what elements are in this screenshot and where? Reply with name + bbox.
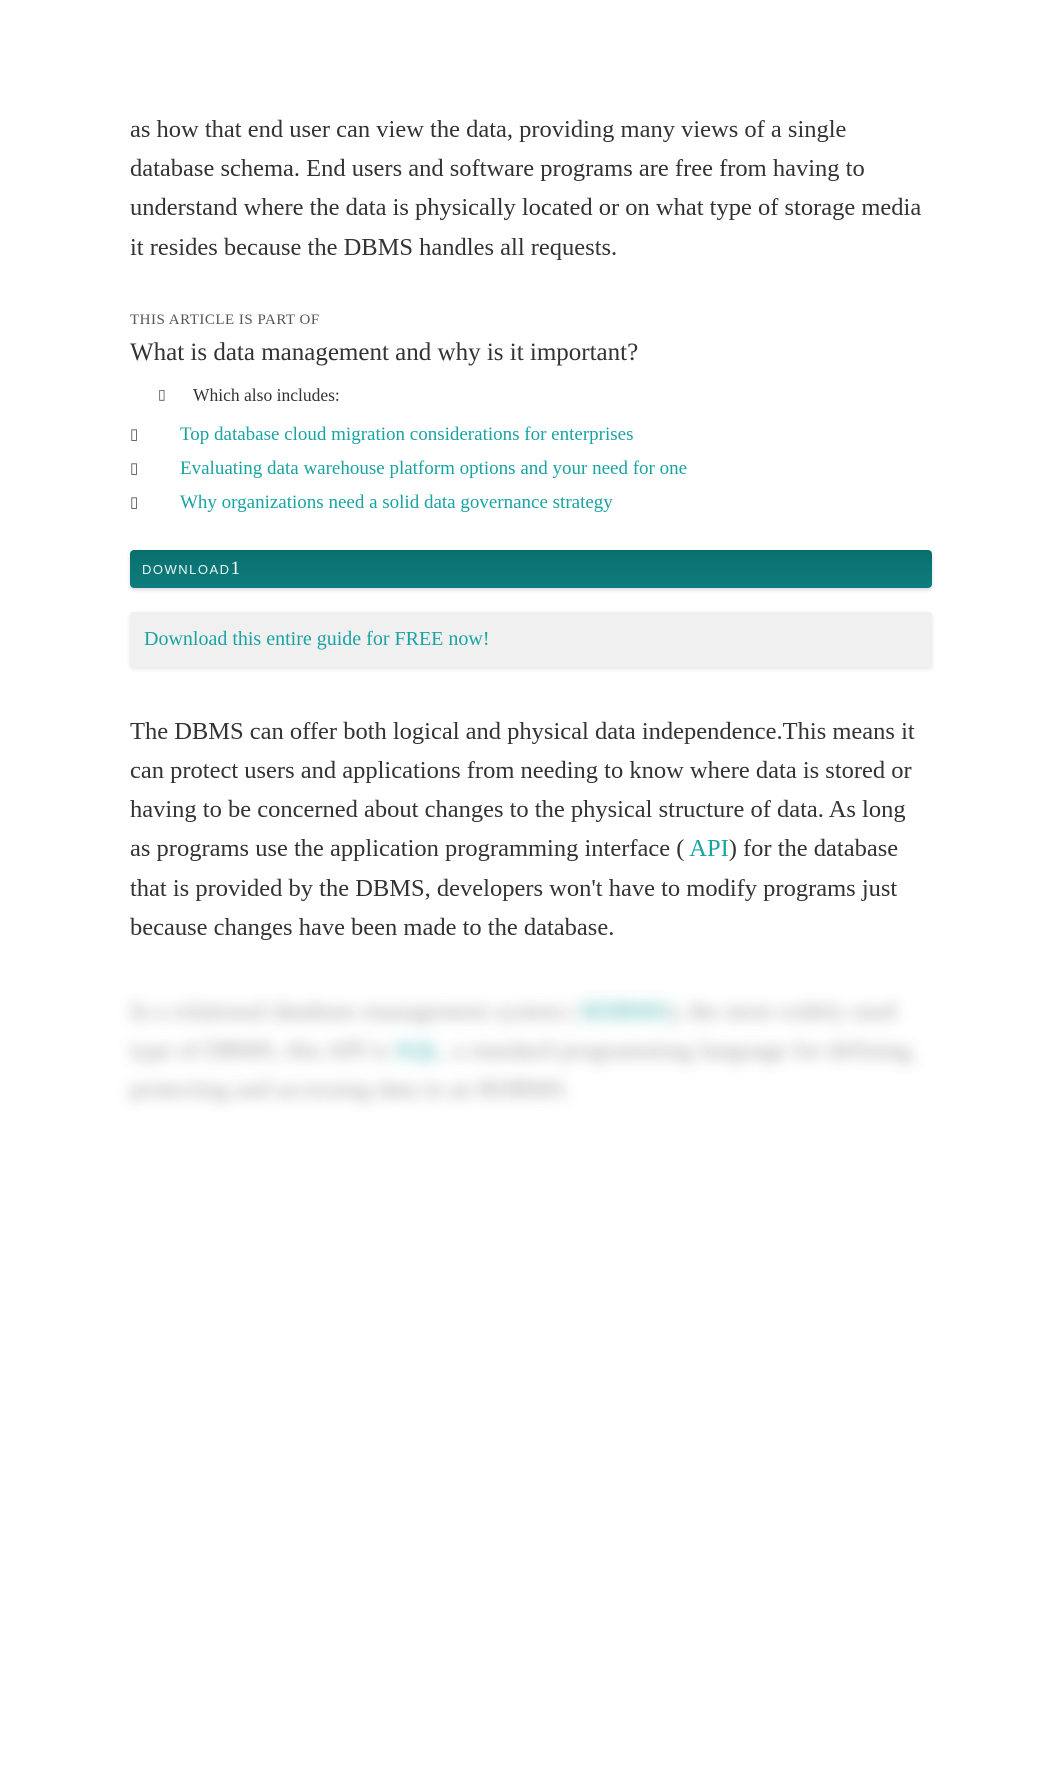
- list-item: ▯ Top database cloud migration considera…: [130, 418, 932, 452]
- locked-content: In a relational database management syst…: [130, 992, 932, 1110]
- list-item: ▯ Why organizations need a solid data go…: [130, 486, 932, 520]
- rdbms-link: RDBMS: [582, 998, 668, 1025]
- related-article-link[interactable]: Evaluating data warehouse platform optio…: [180, 458, 687, 480]
- download-bar[interactable]: DOWNLOAD1: [130, 550, 932, 588]
- download-count: 1: [231, 558, 241, 579]
- body-paragraph: The DBMS can offer both logical and phys…: [130, 712, 932, 947]
- sql-link: SQL: [395, 1037, 441, 1064]
- list-item: ▯ Evaluating data warehouse platform opt…: [130, 452, 932, 486]
- intro-paragraph: as how that end user can view the data, …: [130, 110, 932, 267]
- partof-title[interactable]: What is data management and why is it im…: [130, 339, 932, 367]
- bullet-icon: ▯: [130, 459, 180, 478]
- related-article-link[interactable]: Top database cloud migration considerati…: [180, 424, 633, 446]
- partof-label: THIS ARTICLE IS PART OF: [130, 312, 932, 329]
- download-guide-link[interactable]: Download this entire guide for FREE now!: [144, 628, 490, 650]
- api-link[interactable]: API: [689, 835, 728, 862]
- related-articles-list: ▯ Top database cloud migration considera…: [130, 418, 932, 520]
- bullet-icon: ▯: [130, 493, 180, 512]
- which-also-includes-label: Which also includes:: [193, 385, 340, 406]
- article-content: as how that end user can view the data, …: [0, 0, 1062, 1769]
- locked-paragraph: In a relational database management syst…: [130, 992, 932, 1110]
- bullet-icon: ▯: [158, 387, 168, 404]
- locked-seg1: In a relational database management syst…: [130, 998, 576, 1025]
- download-label: DOWNLOAD: [142, 562, 231, 577]
- which-also-includes-row: ▯ Which also includes:: [130, 385, 932, 406]
- related-article-link[interactable]: Why organizations need a solid data gove…: [180, 492, 613, 514]
- bullet-icon: ▯: [130, 425, 180, 444]
- download-cta-box: Download this entire guide for FREE now!: [130, 612, 932, 667]
